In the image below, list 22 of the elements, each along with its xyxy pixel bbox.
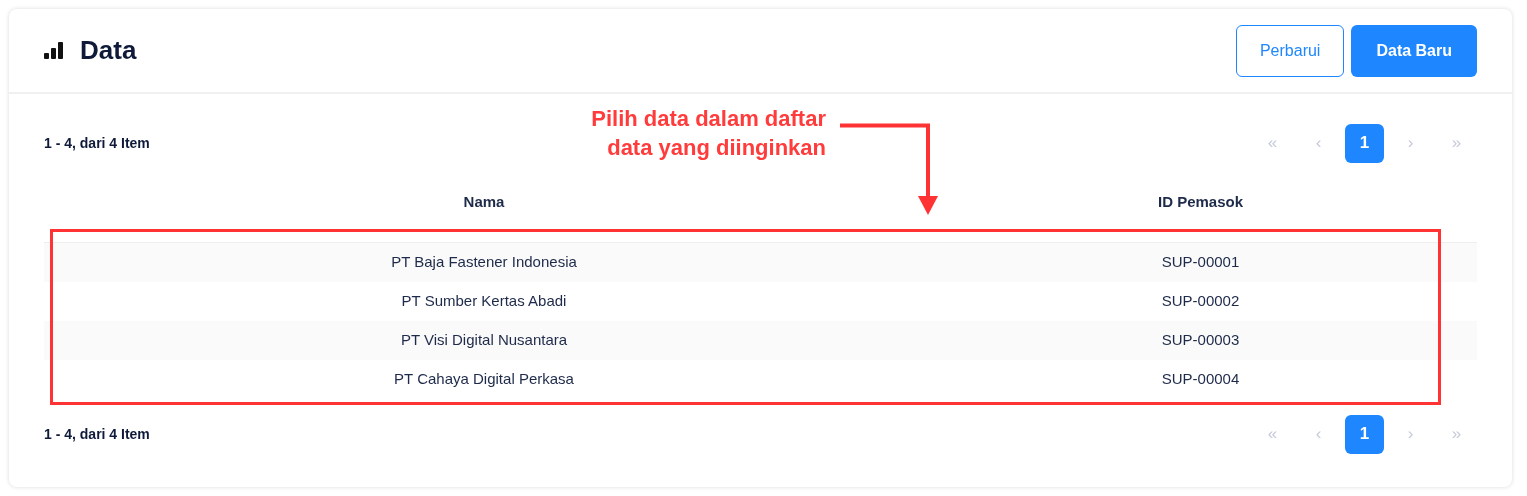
item-count: 1 - 4, dari 4 Item [44,424,150,444]
page-title: Data [80,34,137,67]
table-row[interactable]: PT Baja Fastener Indonesia SUP-00001 [44,243,1477,282]
page-button[interactable]: 1 [1345,414,1384,454]
arrow-icon [838,122,940,216]
column-header: ID Pemasok [1156,192,1244,213]
bar-chart-icon [44,41,64,60]
table-cell-text: SUP-00002 [1160,291,1241,312]
refresh-button[interactable]: Perbarui [1235,24,1345,77]
table-row[interactable]: PT Visi Digital Nusantara SUP-00003 [44,321,1477,360]
page-button[interactable]: 1 [1345,123,1384,163]
table-cell-text: PT Baja Fastener Indonesia [390,252,578,273]
table-cell-text: PT Visi Digital Nusantara [399,330,569,351]
annotation-text: Pilih data dalam daftar data yang diinginkan [590,105,826,162]
new-data-button[interactable]: Data Baru [1351,24,1477,77]
column-header: Nama [462,192,506,213]
item-count: 1 - 4, dari 4 Item [44,133,150,153]
table-cell-text: SUP-00001 [1160,252,1241,273]
table-cell-text: PT Cahaya Digital Perkasa [393,369,575,390]
table-cell-text: SUP-00003 [1160,330,1241,351]
table-cell-text: SUP-00004 [1160,369,1241,390]
table-cell-text: PT Sumber Kertas Abadi [400,291,568,312]
